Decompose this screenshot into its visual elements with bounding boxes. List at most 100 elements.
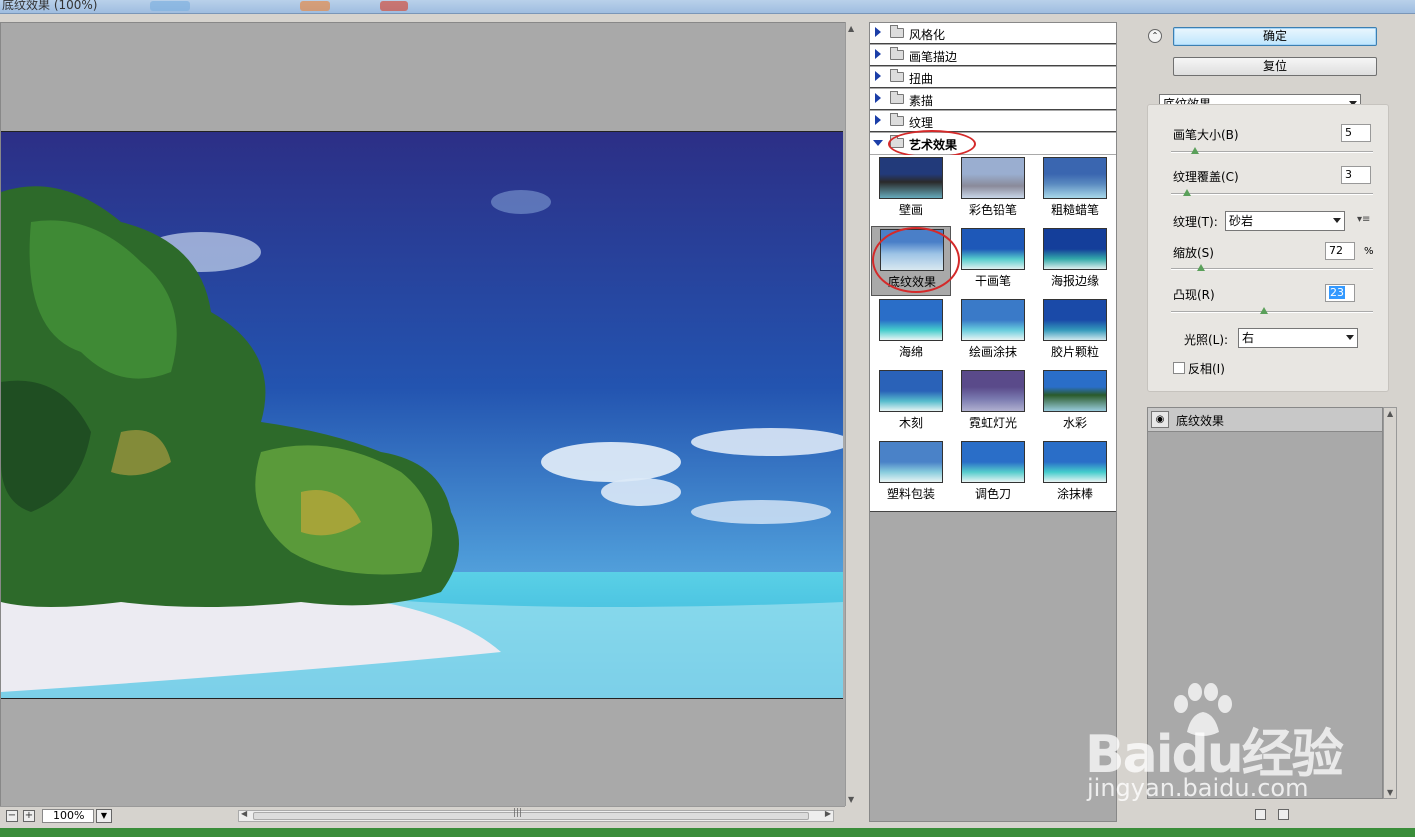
scroll-down-icon[interactable]: ▼ bbox=[848, 795, 854, 804]
filter-thumbnail bbox=[961, 299, 1025, 341]
scroll-up-icon[interactable]: ▲ bbox=[848, 24, 854, 33]
expand-arrow-icon[interactable] bbox=[875, 27, 881, 37]
filter-label: 调色刀 bbox=[974, 487, 1011, 501]
effect-layers-list: ◉ 底纹效果 bbox=[1147, 407, 1383, 799]
filter-label: 绘画涂抹 bbox=[968, 345, 1017, 359]
effect-layer-row[interactable]: ◉ 底纹效果 bbox=[1148, 408, 1382, 432]
filter-label: 胶片颗粒 bbox=[1050, 345, 1099, 359]
delete-effect-layer-icon[interactable] bbox=[1278, 809, 1289, 820]
relief-input[interactable]: 23 bbox=[1325, 284, 1355, 302]
filter-label: 海报边缘 bbox=[1050, 274, 1099, 288]
preview-vertical-scrollbar[interactable]: ▲ ▼ bbox=[845, 22, 857, 806]
layers-scrollbar[interactable]: ▲ ▼ bbox=[1383, 407, 1397, 799]
filter-plastic-wrap[interactable]: 塑料包装 bbox=[871, 439, 951, 509]
filter-underpainting[interactable]: 底纹效果 bbox=[871, 226, 951, 296]
brush-size-input[interactable]: 5 bbox=[1341, 124, 1371, 142]
slider-knob[interactable] bbox=[1197, 264, 1206, 271]
filter-cutout[interactable]: 木刻 bbox=[871, 368, 951, 438]
texture-coverage-input[interactable]: 3 bbox=[1341, 166, 1371, 184]
expand-arrow-icon[interactable] bbox=[875, 115, 881, 125]
zoom-in-button[interactable]: + bbox=[23, 810, 35, 822]
slider-knob[interactable] bbox=[1259, 307, 1268, 314]
preview-canvas[interactable] bbox=[0, 22, 845, 806]
filter-fresco[interactable]: 壁画 bbox=[871, 155, 951, 225]
category-label: 纹理 bbox=[909, 116, 934, 130]
category-label: 画笔描边 bbox=[909, 50, 958, 64]
filter-thumbnail bbox=[879, 370, 943, 412]
folder-icon bbox=[890, 25, 904, 38]
category-stylize[interactable]: 风格化 bbox=[870, 23, 1116, 44]
brush-size-slider[interactable] bbox=[1171, 147, 1373, 154]
light-select-value: 右 bbox=[1242, 331, 1255, 345]
zoom-bar: − + 100% ▼ ◀ ||| ▶ bbox=[0, 806, 845, 824]
filter-smudge-stick[interactable]: 涂抹棒 bbox=[1035, 439, 1115, 509]
texture-coverage-slider[interactable] bbox=[1171, 189, 1373, 196]
scaling-label: 缩放(S) bbox=[1173, 246, 1214, 260]
scroll-left-icon[interactable]: ◀ bbox=[241, 809, 247, 818]
invert-checkbox[interactable] bbox=[1173, 362, 1185, 374]
zoom-level-field[interactable]: 100% bbox=[42, 809, 94, 823]
scroll-thumb[interactable] bbox=[253, 812, 809, 820]
filter-poster-edges[interactable]: 海报边缘 bbox=[1035, 226, 1115, 296]
filter-colored-pencil[interactable]: 彩色铅笔 bbox=[953, 155, 1033, 225]
filter-watercolor[interactable]: 水彩 bbox=[1035, 368, 1115, 438]
slider-knob[interactable] bbox=[1191, 147, 1200, 154]
filter-label: 涂抹棒 bbox=[1056, 487, 1093, 501]
filter-label: 壁画 bbox=[898, 203, 923, 217]
filter-label: 霓虹灯光 bbox=[968, 416, 1017, 430]
collapse-arrow-icon[interactable] bbox=[873, 140, 883, 146]
slider-knob[interactable] bbox=[1183, 189, 1192, 196]
filter-film-grain[interactable]: 胶片颗粒 bbox=[1035, 297, 1115, 367]
texture-menu-icon[interactable]: ▾≡ bbox=[1357, 214, 1370, 225]
relief-slider[interactable] bbox=[1171, 307, 1373, 314]
filter-thumbnail bbox=[879, 441, 943, 483]
filter-thumbnail bbox=[961, 157, 1025, 199]
category-distort[interactable]: 扭曲 bbox=[870, 67, 1116, 88]
expand-arrow-icon[interactable] bbox=[875, 93, 881, 103]
filter-sponge[interactable]: 海绵 bbox=[871, 297, 951, 367]
folder-icon bbox=[890, 135, 904, 148]
category-texture[interactable]: 纹理 bbox=[870, 111, 1116, 132]
brush-size-label: 画笔大小(B) bbox=[1173, 128, 1239, 142]
filter-paint-daubs[interactable]: 绘画涂抹 bbox=[953, 297, 1033, 367]
texture-label: 纹理(T): bbox=[1173, 215, 1218, 229]
visibility-eye-icon[interactable]: ◉ bbox=[1151, 411, 1169, 428]
light-select[interactable]: 右 bbox=[1238, 328, 1358, 348]
folder-icon bbox=[890, 69, 904, 82]
category-label: 风格化 bbox=[909, 28, 946, 42]
filter-palette-knife[interactable]: 调色刀 bbox=[953, 439, 1033, 509]
filter-thumbnail bbox=[879, 299, 943, 341]
preview-image bbox=[1, 131, 843, 699]
expand-arrow-icon[interactable] bbox=[875, 71, 881, 81]
scaling-input[interactable]: 72 bbox=[1325, 242, 1355, 260]
ok-button[interactable]: 确定 bbox=[1173, 27, 1377, 46]
expand-arrow-icon[interactable] bbox=[875, 49, 881, 59]
preview-horizontal-scrollbar[interactable]: ◀ ||| ▶ bbox=[238, 808, 834, 822]
filter-label: 彩色铅笔 bbox=[968, 203, 1017, 217]
taskbar-decor bbox=[300, 1, 330, 11]
settings-panel: ⌃ 确定 复位 底纹效果 画笔大小(B) 5 纹理覆盖(C) 3 纹理(T): … bbox=[1135, 22, 1415, 822]
filter-thumbnail bbox=[1043, 299, 1107, 341]
category-sketch[interactable]: 素描 bbox=[870, 89, 1116, 110]
category-label: 艺术效果 bbox=[909, 138, 958, 152]
scroll-right-icon[interactable]: ▶ bbox=[825, 809, 831, 818]
invert-label: 反相(I) bbox=[1188, 362, 1225, 376]
scroll-down-icon[interactable]: ▼ bbox=[1387, 788, 1393, 797]
category-artistic[interactable]: 艺术效果 bbox=[870, 133, 1116, 154]
light-label: 光照(L): bbox=[1184, 333, 1229, 347]
filter-dry-brush[interactable]: 干画笔 bbox=[953, 226, 1033, 296]
scaling-slider[interactable] bbox=[1171, 264, 1373, 271]
category-brush-strokes[interactable]: 画笔描边 bbox=[870, 45, 1116, 66]
collapse-icon[interactable]: ⌃ bbox=[1148, 29, 1162, 43]
reset-button[interactable]: 复位 bbox=[1173, 57, 1377, 76]
relief-label: 凸现(R) bbox=[1173, 288, 1215, 302]
new-effect-layer-icon[interactable] bbox=[1255, 809, 1266, 820]
filter-label: 粗糙蜡笔 bbox=[1050, 203, 1099, 217]
zoom-out-button[interactable]: − bbox=[6, 810, 18, 822]
filter-neon-glow[interactable]: 霓虹灯光 bbox=[953, 368, 1033, 438]
scroll-up-icon[interactable]: ▲ bbox=[1387, 409, 1393, 418]
texture-select[interactable]: 砂岩 bbox=[1225, 211, 1345, 231]
filter-rough-pastels[interactable]: 粗糙蜡笔 bbox=[1035, 155, 1115, 225]
desktop-edge bbox=[0, 828, 1415, 837]
zoom-dropdown-button[interactable]: ▼ bbox=[96, 809, 112, 823]
